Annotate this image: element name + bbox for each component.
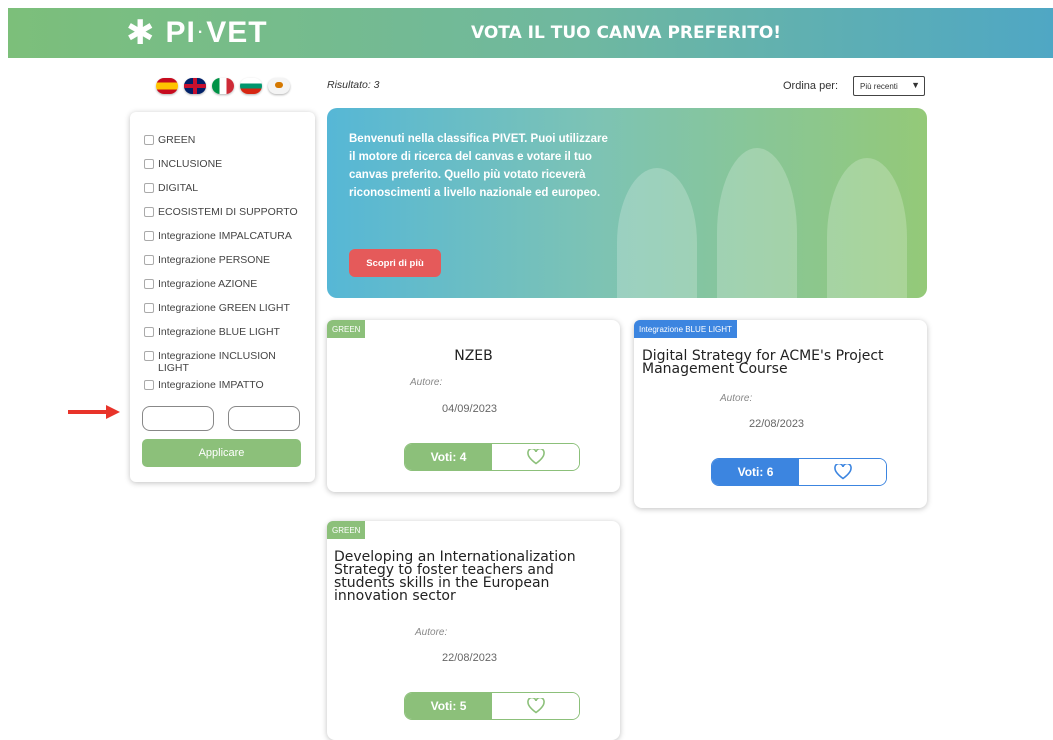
filter-inclusione[interactable]: INCLUSIONE: [144, 158, 309, 182]
filter-label: DIGITAL: [158, 182, 199, 194]
filter-list: GREEN INCLUSIONE DIGITAL ECOSISTEMI DI S…: [144, 134, 309, 403]
hero-banner: Benvenuti nella classifica PIVET. Puoi u…: [327, 108, 927, 298]
category-tag: GREEN: [327, 521, 366, 539]
card-title: Digital Strategy for ACME's Project Mana…: [642, 348, 884, 377]
filter-persone[interactable]: Integrazione PERSONE: [144, 254, 309, 278]
logo-dot-icon: ·: [197, 24, 205, 41]
italy-flag-icon[interactable]: [212, 78, 234, 94]
card-author: Autore:: [720, 393, 753, 404]
card-title: NZEB: [454, 348, 493, 364]
filter-label: Integrazione IMPALCATURA: [158, 230, 292, 242]
category-tag: GREEN: [327, 320, 366, 338]
filter-label: Integrazione GREEN LIGHT: [158, 302, 290, 314]
canvas-card[interactable]: GREEN NZEB Autore: 04/09/2023 Voti: 4: [327, 320, 620, 492]
filter-impatto[interactable]: Integrazione IMPATTO: [144, 379, 309, 403]
learn-more-button[interactable]: Scopri di più: [349, 249, 441, 277]
checkbox[interactable]: [144, 183, 154, 193]
person-silhouette: [617, 168, 697, 298]
filter-label: Integrazione INCLUSION LIGHT: [158, 350, 276, 374]
card-date: 22/08/2023: [442, 652, 498, 664]
checkbox[interactable]: [144, 231, 154, 241]
banner-text: Benvenuti nella classifica PIVET. Puoi u…: [349, 133, 608, 199]
category-tag: Integrazione BLUE LIGHT: [634, 320, 737, 338]
checkbox[interactable]: [144, 327, 154, 337]
filter-label: Integrazione IMPATTO: [158, 379, 264, 391]
checkbox[interactable]: [144, 207, 154, 217]
card-author: Autore:: [410, 377, 443, 388]
filter-green-light[interactable]: Integrazione GREEN LIGHT: [144, 302, 309, 326]
vote-count: Voti: 6: [712, 459, 799, 485]
spanish-flag-icon[interactable]: [156, 78, 178, 94]
filter-inclusion-light[interactable]: Integrazione INCLUSION LIGHT: [144, 350, 309, 379]
filter-label: ECOSISTEMI DI SUPPORTO: [158, 206, 298, 218]
canvas-card[interactable]: Integrazione BLUE LIGHT Digital Strategy…: [634, 320, 927, 508]
checkbox[interactable]: [144, 351, 154, 361]
filter-blue-light[interactable]: Integrazione BLUE LIGHT: [144, 326, 309, 350]
checkbox[interactable]: [144, 279, 154, 289]
header-bar: ✱ PI · VET VOTA IL TUO CANVA PREFERITO!: [8, 8, 1053, 58]
range-min-input[interactable]: [142, 406, 214, 431]
checkbox[interactable]: [144, 380, 154, 390]
person-silhouette: [827, 158, 907, 298]
range-inputs: [142, 406, 300, 431]
like-button[interactable]: [492, 444, 579, 470]
pivet-logo[interactable]: ✱ PI · VET: [126, 16, 268, 50]
logo-text-pi: PI: [165, 16, 196, 49]
bulgaria-flag-icon[interactable]: [240, 78, 262, 94]
like-button[interactable]: [799, 459, 886, 485]
card-author: Autore:: [415, 627, 448, 638]
filter-digital[interactable]: DIGITAL: [144, 182, 309, 206]
vote-count: Voti: 4: [405, 444, 492, 470]
filter-azione[interactable]: Integrazione AZIONE: [144, 278, 309, 302]
page-title: VOTA IL TUO CANVA PREFERITO!: [471, 23, 782, 43]
checkbox[interactable]: [144, 135, 154, 145]
filter-label: GREEN: [158, 134, 196, 146]
heart-icon: [526, 698, 545, 714]
person-silhouette: [717, 148, 797, 298]
filter-green[interactable]: GREEN: [144, 134, 309, 158]
filter-label: Integrazione AZIONE: [158, 278, 258, 290]
checkbox[interactable]: [144, 159, 154, 169]
sort-selected-value: Più recenti: [860, 81, 898, 91]
result-count: Risultato: 3: [327, 79, 380, 91]
sort-select[interactable]: Più recenti ▼: [853, 76, 925, 96]
asterisk-logo-icon: ✱: [126, 14, 156, 52]
range-max-input[interactable]: [228, 406, 300, 431]
filter-label: Integrazione PERSONE: [158, 254, 271, 266]
red-arrow-icon: [68, 405, 120, 419]
heart-icon: [833, 464, 852, 480]
uk-flag-icon[interactable]: [184, 78, 206, 94]
checkbox[interactable]: [144, 303, 154, 313]
filter-ecosistemi[interactable]: ECOSISTEMI DI SUPPORTO: [144, 206, 309, 230]
filter-label: INCLUSIONE: [158, 158, 223, 170]
filter-impalcatura[interactable]: Integrazione IMPALCATURA: [144, 230, 309, 254]
chevron-down-icon: ▼: [911, 80, 920, 90]
language-selector: [156, 78, 290, 94]
sort-label: Ordina per:: [783, 80, 839, 92]
vote-button[interactable]: Voti: 4: [404, 443, 580, 471]
logo-text-vet: VET: [206, 16, 268, 49]
card-date: 22/08/2023: [749, 418, 805, 430]
vote-button[interactable]: Voti: 5: [404, 692, 580, 720]
card-date: 04/09/2023: [442, 403, 498, 415]
filter-panel: GREEN INCLUSIONE DIGITAL ECOSISTEMI DI S…: [130, 112, 315, 482]
heart-icon: [526, 449, 545, 465]
apply-button[interactable]: Applicare: [142, 439, 301, 467]
filter-label: Integrazione BLUE LIGHT: [158, 326, 280, 338]
like-button[interactable]: [492, 693, 579, 719]
vote-button[interactable]: Voti: 6: [711, 458, 887, 486]
cyprus-flag-icon[interactable]: [268, 78, 290, 94]
vote-count: Voti: 5: [405, 693, 492, 719]
canvas-card[interactable]: GREEN Developing an Internationalization…: [327, 521, 620, 740]
card-title: Developing an Internationalization Strat…: [334, 549, 576, 604]
checkbox[interactable]: [144, 255, 154, 265]
